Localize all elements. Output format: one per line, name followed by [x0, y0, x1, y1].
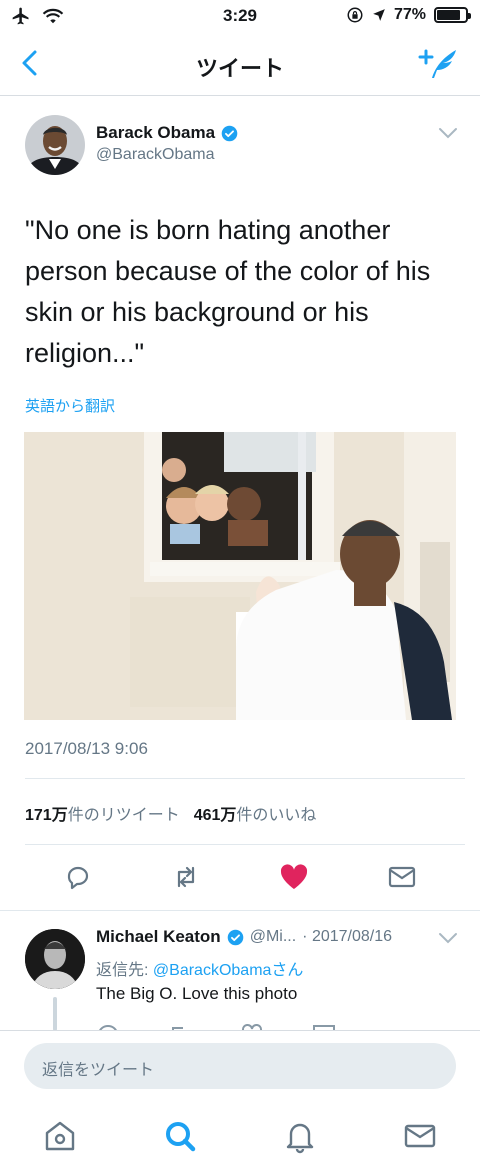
- author-name[interactable]: Barack Obama: [96, 123, 215, 143]
- reply-author-handle[interactable]: @Mi...: [250, 928, 296, 946]
- like-heart-icon[interactable]: [279, 862, 309, 892]
- messages-icon[interactable]: [402, 1118, 438, 1154]
- divider: [25, 778, 465, 779]
- reply-to-prefix: 返信先:: [96, 962, 153, 979]
- verified-badge-icon: [227, 929, 243, 945]
- author-avatar[interactable]: [25, 115, 85, 175]
- reply-author-name[interactable]: Michael Keaton: [96, 927, 221, 947]
- author-name-row[interactable]: Barack Obama: [96, 123, 238, 143]
- search-icon[interactable]: [162, 1118, 198, 1154]
- battery-icon: [434, 7, 471, 23]
- tweet-actions: [0, 862, 480, 896]
- tweet-text: "No one is born hating another person be…: [25, 215, 431, 368]
- home-icon[interactable]: [42, 1118, 78, 1154]
- retweets-label: 件のリツイート: [67, 807, 180, 824]
- tweet-timestamp: 2017/08/13 9:06: [25, 739, 148, 758]
- likes-label: 件のいいね: [236, 807, 317, 824]
- battery-percent: 77%: [393, 6, 426, 23]
- divider: [25, 844, 465, 845]
- reply-header: Michael Keaton @Mi... · 2017/08/16: [96, 927, 392, 947]
- page-title: ツイート: [195, 56, 284, 81]
- reply-author-avatar[interactable]: [25, 929, 85, 989]
- chevron-down-icon[interactable]: [438, 126, 458, 140]
- reply-icon[interactable]: [63, 862, 93, 892]
- translate-link[interactable]: 英語から翻訳: [25, 395, 115, 416]
- reply-context: 返信先: @BarackObamaさん: [96, 956, 303, 980]
- reply-text: The Big O. Love this photo: [96, 984, 298, 1003]
- reply-input[interactable]: 返信をツイート: [24, 1043, 456, 1089]
- notifications-bell-icon[interactable]: [282, 1118, 318, 1154]
- retweets-stat[interactable]: 171万件のリツイート: [25, 801, 180, 825]
- chevron-down-icon[interactable]: [438, 931, 458, 945]
- rotation-lock-icon: [347, 7, 363, 23]
- likes-count: 461万: [193, 807, 237, 824]
- tweet-stats: 171万件のリツイート 461万件のいいね: [25, 801, 316, 825]
- author-handle[interactable]: @BarackObama: [96, 146, 215, 164]
- divider: [0, 910, 480, 911]
- thread-connector: [53, 997, 57, 1031]
- location-arrow-icon: [373, 9, 385, 21]
- retweet-icon[interactable]: [171, 862, 201, 892]
- tweet-photo[interactable]: [24, 432, 456, 720]
- compose-tweet-icon[interactable]: [418, 44, 462, 84]
- reply-date: · 2017/08/16: [302, 928, 393, 945]
- retweets-count: 171万: [25, 807, 68, 824]
- direct-message-icon[interactable]: [387, 862, 417, 892]
- tab-bar: [0, 1110, 480, 1173]
- navigation-bar: ツイート: [0, 34, 480, 96]
- reply-composer: 返信をツイート: [0, 1030, 480, 1110]
- likes-stat[interactable]: 461万件のいいね: [194, 801, 317, 825]
- reply-mention-link[interactable]: @BarackObamaさん: [153, 962, 304, 979]
- verified-badge-icon: [221, 125, 238, 141]
- status-bar: 3:29 77%: [0, 0, 480, 34]
